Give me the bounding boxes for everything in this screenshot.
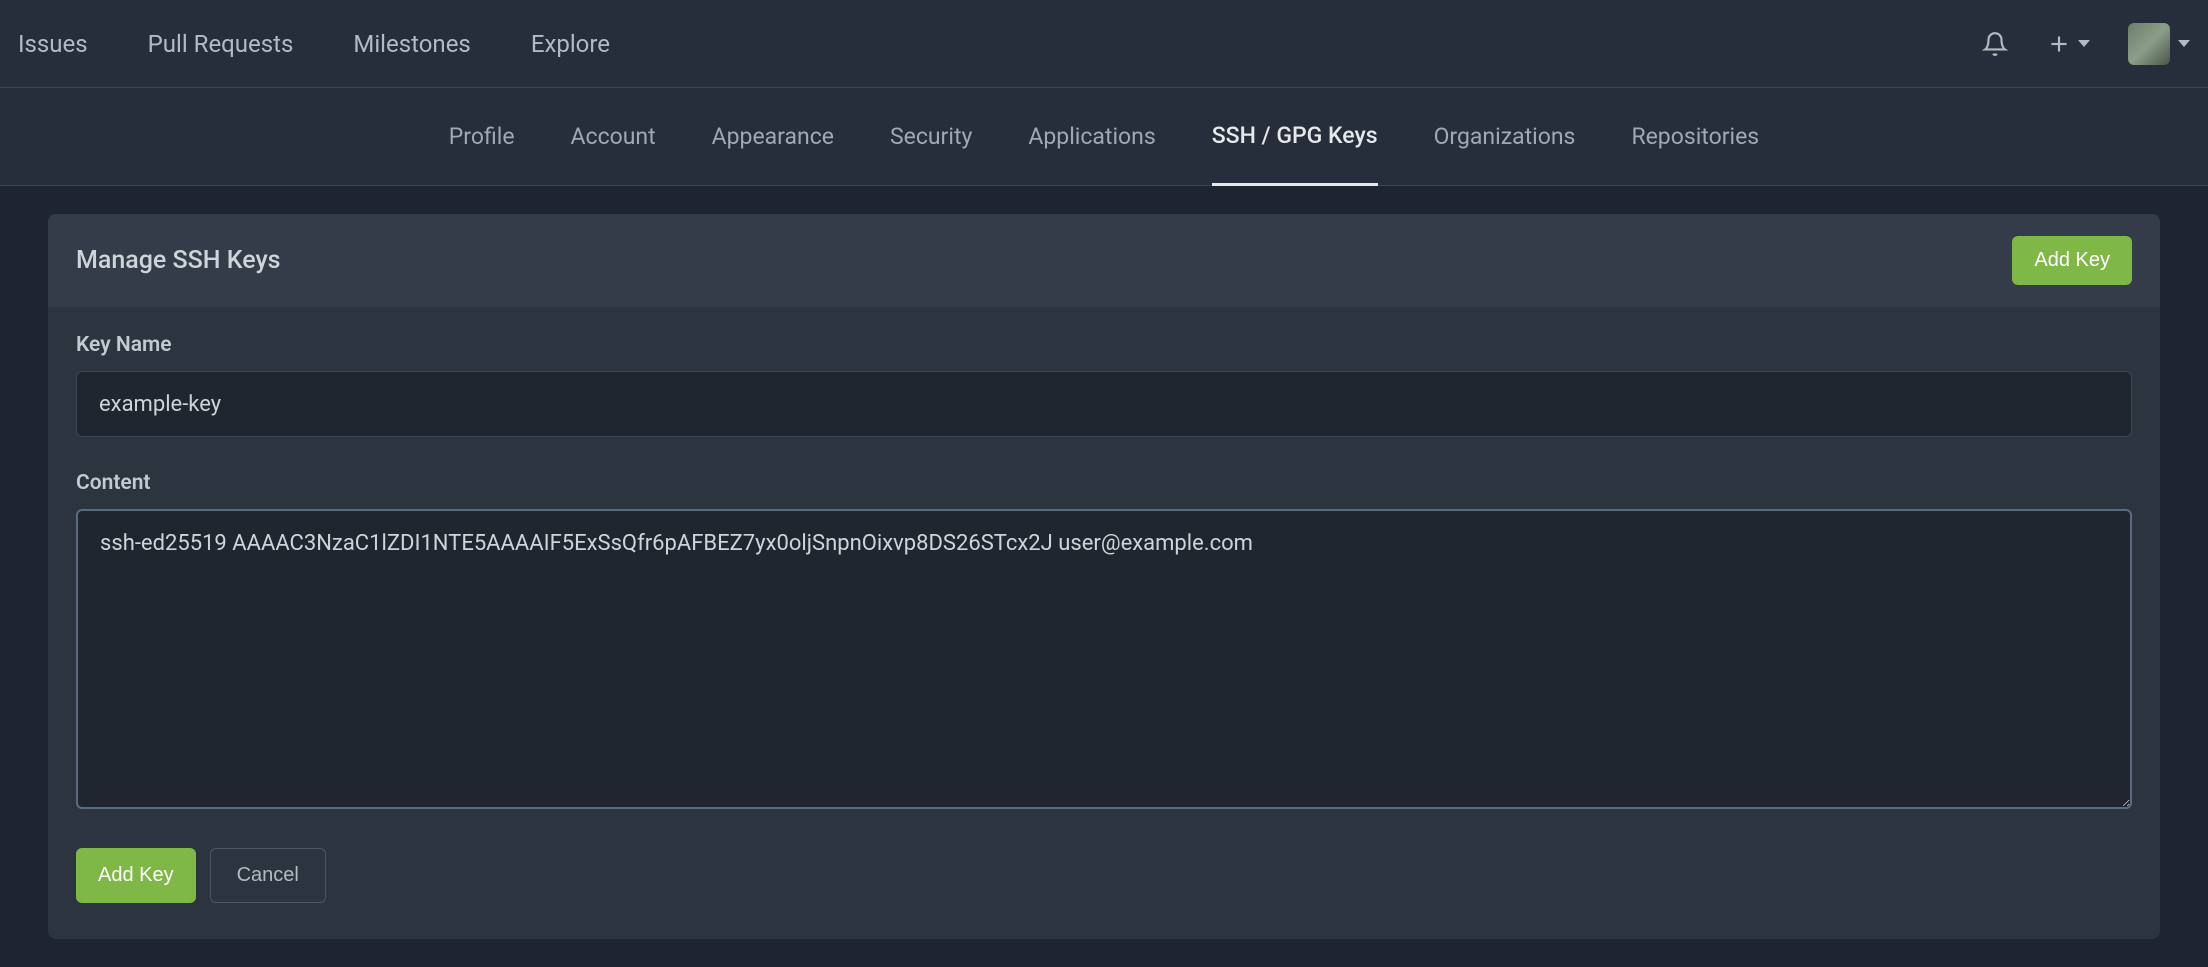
top-nav: Issues Pull Requests Milestones Explore	[0, 0, 2208, 88]
tab-account[interactable]: Account	[571, 89, 656, 184]
header-add-key-button[interactable]: Add Key	[2012, 236, 2132, 285]
content-label: Content	[76, 471, 2132, 495]
panel-header: Manage SSH Keys Add Key	[48, 214, 2160, 307]
top-nav-right	[1982, 23, 2190, 65]
ssh-keys-panel: Manage SSH Keys Add Key Key Name Content…	[48, 214, 2160, 939]
key-name-input[interactable]	[76, 371, 2132, 437]
tab-organizations[interactable]: Organizations	[1434, 89, 1576, 184]
settings-tabs: Profile Account Appearance Security Appl…	[0, 88, 2208, 186]
chevron-down-icon	[2178, 40, 2190, 47]
panel-body: Key Name Content Add Key Cancel	[48, 307, 2160, 939]
create-menu[interactable]	[2046, 31, 2090, 57]
key-name-label: Key Name	[76, 333, 2132, 357]
panel-title: Manage SSH Keys	[76, 246, 281, 275]
page-wrapper: Manage SSH Keys Add Key Key Name Content…	[0, 186, 2208, 967]
tab-ssh-gpg-keys[interactable]: SSH / GPG Keys	[1212, 88, 1378, 186]
tab-applications[interactable]: Applications	[1028, 89, 1155, 184]
tab-security[interactable]: Security	[890, 89, 972, 184]
key-name-group: Key Name	[76, 333, 2132, 437]
nav-pull-requests[interactable]: Pull Requests	[148, 30, 294, 58]
bell-icon	[1982, 31, 2008, 57]
tab-repositories[interactable]: Repositories	[1631, 89, 1759, 184]
chevron-down-icon	[2078, 40, 2090, 47]
nav-milestones[interactable]: Milestones	[353, 30, 470, 58]
cancel-button[interactable]: Cancel	[210, 848, 326, 903]
content-group: Content	[76, 471, 2132, 814]
user-menu[interactable]	[2128, 23, 2190, 65]
nav-issues[interactable]: Issues	[18, 30, 88, 58]
nav-explore[interactable]: Explore	[531, 30, 610, 58]
plus-icon	[2046, 31, 2072, 57]
content-textarea[interactable]	[76, 509, 2132, 809]
submit-add-key-button[interactable]: Add Key	[76, 848, 196, 903]
tab-appearance[interactable]: Appearance	[712, 89, 834, 184]
form-actions: Add Key Cancel	[76, 848, 2132, 903]
avatar	[2128, 23, 2170, 65]
notifications-button[interactable]	[1982, 31, 2008, 57]
top-nav-left: Issues Pull Requests Milestones Explore	[18, 30, 610, 58]
tab-profile[interactable]: Profile	[449, 89, 515, 184]
